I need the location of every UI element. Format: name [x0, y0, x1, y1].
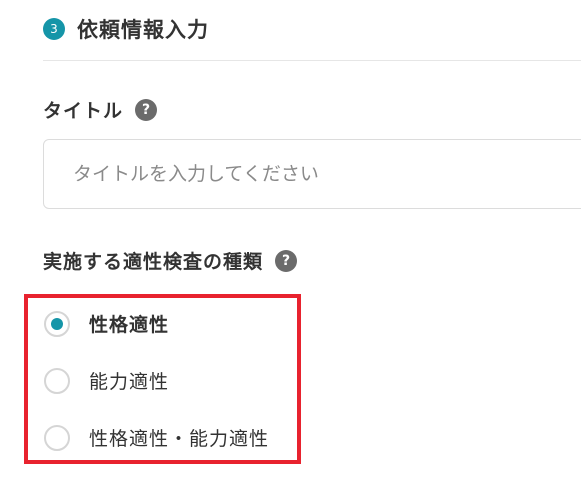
section-title: 依頼情報入力 — [77, 18, 209, 42]
request-info-form: 3 依頼情報入力 タイトル ? 実施する適性検査の種類 ? 性格適性 能力適性 … — [0, 0, 581, 482]
radio-label-ability: 能力適性 — [89, 371, 170, 393]
title-input[interactable] — [43, 139, 581, 209]
step-number-icon: 3 — [43, 18, 65, 40]
section-header: 3 依頼情報入力 — [43, 14, 209, 44]
title-help-icon[interactable]: ? — [135, 98, 158, 121]
test-type-field-label: 実施する適性検査の種類 ? — [43, 247, 298, 274]
title-field-label: タイトル ? — [43, 96, 158, 123]
title-label-text: タイトル — [43, 100, 124, 122]
test-type-help-icon[interactable]: ? — [275, 249, 298, 272]
test-type-label-text: 実施する適性検査の種類 — [43, 251, 264, 273]
radio-unchecked-icon[interactable] — [44, 424, 70, 451]
section-divider — [43, 60, 581, 61]
radio-option-personality[interactable]: 性格適性 — [44, 310, 169, 337]
radio-dot — [51, 317, 63, 330]
radio-option-both[interactable]: 性格適性・能力適性 — [44, 424, 269, 451]
radio-label-both: 性格適性・能力適性 — [89, 428, 270, 450]
radio-option-ability[interactable]: 能力適性 — [44, 367, 169, 394]
radio-unchecked-icon[interactable] — [44, 367, 70, 394]
radio-label-personality: 性格適性 — [89, 314, 170, 336]
radio-checked-icon[interactable] — [44, 310, 70, 337]
